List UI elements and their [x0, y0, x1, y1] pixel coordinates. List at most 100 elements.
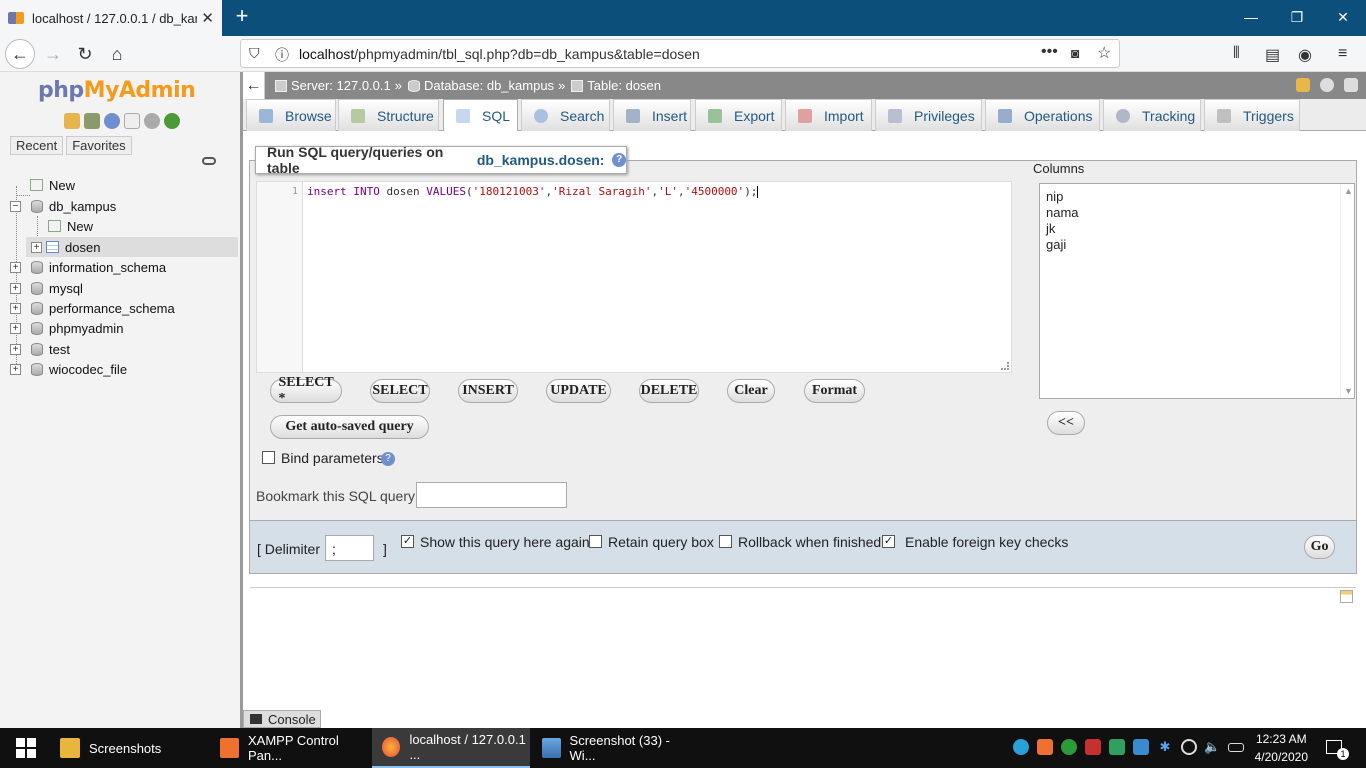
tab-privileges[interactable]: Privileges	[875, 99, 982, 131]
home-icon[interactable]	[64, 113, 80, 129]
xampp-tray-icon[interactable]	[1037, 739, 1053, 755]
update-button[interactable]: UPDATE	[546, 379, 611, 403]
clock[interactable]: 12:23 AM 4/20/2020	[1255, 730, 1308, 766]
gear-icon[interactable]	[144, 113, 160, 129]
antivirus-icon[interactable]	[1085, 739, 1101, 755]
recent-tab[interactable]: Recent	[10, 136, 64, 155]
tab-import[interactable]: Import	[785, 99, 872, 131]
tab-triggers[interactable]: Triggers	[1204, 99, 1300, 131]
collapse-icon[interactable]: −	[10, 200, 21, 212]
new-tab-plus-icon[interactable]: +	[230, 4, 254, 28]
tab-search[interactable]: Search	[521, 99, 610, 131]
taskbar-screenshots[interactable]: Screenshots	[50, 728, 208, 768]
tree-item-mysql[interactable]: + mysql	[10, 278, 83, 298]
breadcrumb-server[interactable]: Server: 127.0.0.1	[275, 78, 391, 93]
lock-icon[interactable]	[1296, 78, 1310, 92]
page-settings-icon[interactable]	[1340, 590, 1353, 603]
restore-icon[interactable]: ❐	[1274, 0, 1320, 34]
tree-item-new-table[interactable]: New	[48, 216, 93, 236]
taskbar-firefox[interactable]: localhost / 127.0.0.1 ...	[372, 728, 530, 768]
reload-nav-icon[interactable]	[164, 113, 180, 129]
panel-splitter[interactable]	[240, 72, 243, 728]
pocket-icon[interactable]: ◙	[1071, 45, 1079, 61]
settings-gear-icon[interactable]	[1320, 78, 1334, 92]
reload-icon[interactable]: ↻	[70, 39, 100, 69]
bookmark-star-icon[interactable]: ☆	[1097, 43, 1111, 63]
expand-icon[interactable]: +	[10, 261, 21, 273]
delete-button[interactable]: DELETE	[639, 379, 699, 403]
volume-icon[interactable]: 🔈	[1204, 739, 1220, 755]
bookmark-input[interactable]	[416, 482, 567, 508]
bind-parameters-checkbox[interactable]	[262, 451, 275, 464]
tree-item-wiocodec-file[interactable]: + wiocodec_file	[10, 359, 127, 379]
expand-icon[interactable]: +	[10, 322, 21, 334]
column-option[interactable]: nip	[1046, 189, 1063, 204]
sync-icon[interactable]	[1109, 739, 1125, 755]
tab-operations[interactable]: Operations	[985, 99, 1100, 131]
expand-icon[interactable]: +	[10, 363, 21, 375]
foreign-key-checks-checkbox[interactable]: ✓	[882, 535, 895, 548]
tree-item-phpmyadmin[interactable]: + phpmyadmin	[10, 318, 123, 338]
help-icon[interactable]: ?	[381, 452, 395, 466]
tab-structure[interactable]: Structure	[338, 99, 439, 131]
favorites-tab[interactable]: Favorites	[66, 136, 132, 155]
phpmyadmin-logo[interactable]: phpMyAdmin	[38, 78, 196, 103]
menu-icon[interactable]: ≡	[1338, 45, 1347, 63]
tab-export[interactable]: Export	[695, 99, 782, 131]
delimiter-input[interactable]: ;	[325, 535, 374, 561]
expand-icon[interactable]: +	[10, 343, 21, 355]
tab-sql[interactable]: SQL	[443, 99, 518, 131]
breadcrumb-table[interactable]: Table: dosen	[571, 78, 661, 93]
expand-icon[interactable]: +	[10, 282, 21, 294]
tree-item-information-schema[interactable]: + information_schema	[10, 257, 166, 277]
tree-item-performance-schema[interactable]: + performance_schema	[10, 298, 175, 318]
tree-item-db-kampus[interactable]: − db_kampus	[10, 196, 116, 216]
account-icon[interactable]: ◉	[1298, 45, 1312, 65]
sidebar-icon[interactable]: ▤	[1265, 45, 1280, 65]
select-star-button[interactable]: SELECT *	[270, 375, 342, 406]
battery-icon[interactable]	[1228, 743, 1244, 752]
expand-icon[interactable]: +	[31, 241, 42, 253]
close-tab-icon[interactable]: ✕	[201, 9, 214, 27]
get-auto-saved-query-button[interactable]: Get auto-saved query	[270, 415, 429, 439]
globe-icon[interactable]	[1181, 739, 1197, 755]
library-icon[interactable]: ⫴	[1233, 45, 1240, 63]
collapse-top-icon[interactable]	[1344, 78, 1358, 92]
start-button[interactable]	[6, 728, 46, 768]
back-arrow-icon[interactable]: ←	[5, 39, 35, 69]
column-option[interactable]: jk	[1046, 221, 1055, 236]
select-button[interactable]: SELECT	[370, 379, 430, 403]
help-icon[interactable]	[104, 113, 120, 129]
tab-tracking[interactable]: Tracking	[1103, 99, 1201, 131]
breadcrumb-database[interactable]: Database: db_kampus	[407, 78, 554, 93]
resize-handle-icon[interactable]	[1001, 362, 1009, 370]
taskbar-photos[interactable]: Screenshot (33) - Wi...	[532, 728, 690, 768]
tree-item-new[interactable]: New	[16, 175, 75, 195]
rollback-checkbox[interactable]	[719, 535, 732, 548]
format-button[interactable]: Format	[804, 379, 865, 403]
column-option[interactable]: nama	[1046, 205, 1079, 220]
logout-icon[interactable]	[84, 113, 100, 129]
info-icon[interactable]: ⓘ	[275, 45, 289, 65]
column-option[interactable]: gaji	[1046, 237, 1066, 252]
columns-scrollbar[interactable]: ▲ ▼	[1340, 184, 1354, 398]
retain-query-box-checkbox[interactable]	[589, 535, 602, 548]
expand-icon[interactable]: +	[10, 302, 21, 314]
bluetooth-icon[interactable]: ✱	[1157, 739, 1173, 755]
sql-code[interactable]: insert INTO dosen VALUES('180121003','Ri…	[307, 185, 759, 198]
show-query-checkbox[interactable]: ✓	[401, 535, 414, 548]
browser-tab[interactable]: localhost / 127.0.0.1 / db_kamp ✕	[0, 0, 222, 36]
scroll-down-icon[interactable]: ▼	[1344, 386, 1353, 396]
insert-button[interactable]: INSERT	[458, 379, 518, 403]
window-close-icon[interactable]: ✕	[1320, 0, 1366, 34]
scroll-up-icon[interactable]: ▲	[1344, 186, 1353, 196]
page-actions-icon[interactable]: •••	[1041, 43, 1058, 61]
url-bar[interactable]: ⛉ ⓘ localhost/phpmyadmin/tbl_sql.php?db=…	[240, 39, 1120, 68]
tab-browse[interactable]: Browse	[246, 99, 336, 131]
minimize-icon[interactable]: —	[1228, 0, 1274, 34]
link-with-main-icon[interactable]	[202, 157, 216, 165]
tree-item-dosen[interactable]: + dosen	[31, 237, 100, 257]
insert-column-button[interactable]: <<	[1047, 411, 1085, 435]
docs-icon[interactable]	[124, 113, 140, 129]
console-toggle[interactable]: Console	[243, 710, 321, 728]
